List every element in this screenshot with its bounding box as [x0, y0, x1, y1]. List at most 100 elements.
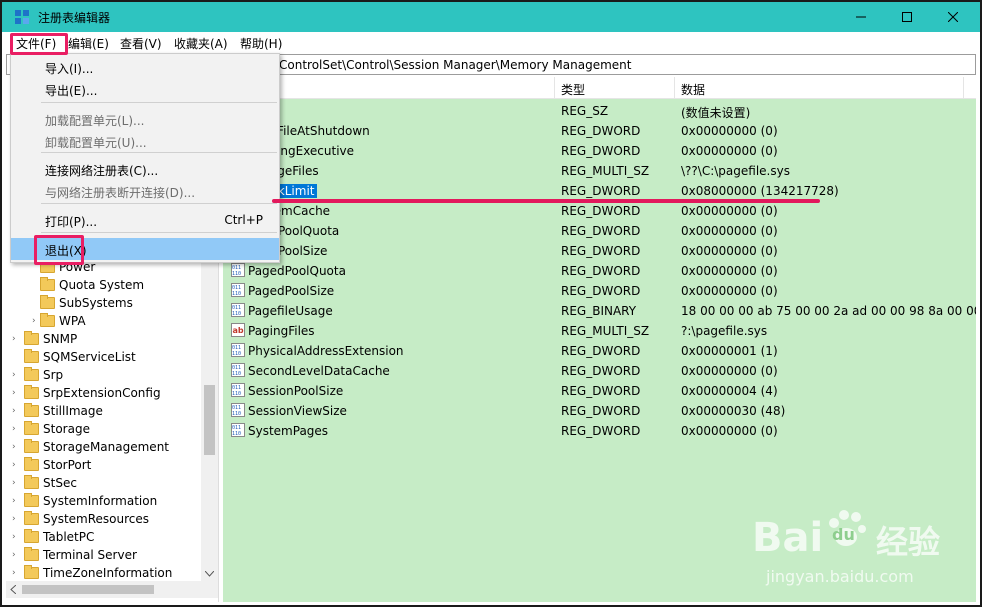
table-row[interactable]: 011 110 SecondLevelDataCache REG_DWORD 0x000… — [223, 361, 976, 381]
tree-item[interactable]: › StorPort — [12, 456, 92, 474]
table-row[interactable]: 011110ePagingExecutiveREG_DWORD0x0000000… — [223, 141, 976, 161]
expand-chevron-icon[interactable]: › — [12, 496, 20, 506]
tree-item[interactable]: › WPA — [32, 312, 86, 330]
svg-text:110: 110 — [232, 311, 241, 317]
expand-chevron-icon[interactable]: › — [12, 424, 20, 434]
header-separator[interactable] — [963, 77, 964, 99]
baidu-watermark: Bai du 经验 jingyan.baidu.com — [752, 497, 962, 592]
tree-item[interactable]: › TabletPC — [12, 528, 94, 546]
tree-item[interactable]: › SNMP — [12, 330, 77, 348]
menu-item-label: 与网络注册表断开连接(D)... — [45, 186, 196, 200]
value-data: (数值未设置) — [681, 106, 751, 120]
tree-item-label: SrpExtensionConfig — [43, 386, 161, 400]
expand-chevron-icon[interactable]: › — [12, 334, 20, 344]
table-row[interactable]: 011110SystemCacheREG_DWORD0x00000000 (0) — [223, 201, 976, 221]
tree-item-label: Srp — [43, 368, 64, 382]
folder-icon — [24, 565, 39, 579]
menu-item[interactable]: 与网络注册表断开连接(D)... — [11, 180, 279, 202]
maximize-button[interactable] — [884, 2, 930, 32]
tree-item[interactable]: › SystemInformation — [12, 492, 157, 510]
tree-item[interactable]: Quota System — [40, 276, 144, 294]
value-type: REG_DWORD — [561, 244, 641, 258]
table-row[interactable]: ab PagingFiles REG_MULTI_SZ ?:\pagefile.sys — [223, 321, 976, 341]
folder-icon — [24, 385, 39, 399]
binary-value-icon: 011110 — [231, 383, 245, 397]
header-separator[interactable] — [674, 77, 675, 99]
tree-item[interactable]: › Storage — [12, 420, 90, 438]
value-data: 0x00000000 (0) — [681, 364, 778, 378]
expand-chevron-icon[interactable]: › — [12, 568, 20, 578]
tree-item[interactable]: › StorageManagement — [12, 438, 169, 456]
folder-icon — [24, 349, 39, 363]
binary-value-icon: 011110 — [231, 303, 245, 317]
table-row[interactable]: 011110PageFileAtShutdownREG_DWORD0x00000… — [223, 121, 976, 141]
value-data: ?:\pagefile.sys — [681, 324, 768, 338]
close-button[interactable] — [930, 2, 976, 32]
table-row[interactable]: 011 110 PhysicalAddressExtension REG_DWORD 0… — [223, 341, 976, 361]
expand-chevron-icon[interactable]: › — [32, 316, 40, 326]
binary-value-icon: 011110 — [231, 403, 245, 417]
menu-item[interactable]: 导出(E)... — [11, 78, 279, 100]
value-name: PagingFiles — [248, 324, 315, 338]
expand-chevron-icon[interactable]: › — [12, 478, 20, 488]
menu-item[interactable]: 连接网络注册表(C)... — [11, 158, 279, 180]
menu-item[interactable]: 卸载配置单元(U)... — [11, 130, 279, 152]
string-value-icon: ab — [231, 323, 245, 337]
tree-item[interactable]: › StSec — [12, 474, 77, 492]
tree-item[interactable]: SubSystems — [40, 294, 133, 312]
table-row[interactable]: 011110eLockLimitREG_DWORD0x08000000 (134… — [223, 181, 976, 201]
table-row[interactable]: 011 110 PagedPoolQuota REG_DWORD 0x00000000 … — [223, 261, 976, 281]
expand-chevron-icon[interactable]: › — [12, 550, 20, 560]
table-row[interactable]: 011 110 PagedPoolSize REG_DWORD 0x00000000 (… — [223, 281, 976, 301]
table-row[interactable]: abREG_SZ(数值未设置) — [223, 101, 976, 121]
minimize-button[interactable] — [838, 2, 884, 32]
value-type: REG_DWORD — [561, 264, 641, 278]
folder-icon — [24, 493, 39, 507]
tree-item[interactable]: › SystemResources — [12, 510, 149, 528]
expand-chevron-icon[interactable]: › — [12, 460, 20, 470]
tree-item[interactable]: › Srp — [12, 366, 64, 384]
tree-hscroll-thumb[interactable] — [22, 585, 154, 594]
value-type: REG_SZ — [561, 104, 609, 118]
expand-chevron-icon[interactable]: › — [12, 514, 20, 524]
expand-chevron-icon[interactable]: › — [12, 406, 20, 416]
expand-chevron-icon[interactable]: › — [12, 532, 20, 542]
close-icon — [948, 12, 958, 22]
tree-item-label: StorPort — [43, 458, 92, 472]
tree-horizontal-scrollbar[interactable] — [6, 581, 218, 598]
table-row[interactable]: 011 110 SystemPages REG_DWORD 0x00000000 (0) — [223, 421, 976, 441]
tree-scroll-thumb[interactable] — [204, 385, 215, 455]
table-row[interactable]: 011110agedPoolSizeREG_DWORD0x00000000 (0… — [223, 241, 976, 261]
value-type: REG_DWORD — [561, 404, 641, 418]
tree-item[interactable]: › StillImage — [12, 402, 103, 420]
table-row[interactable]: 011110agedPoolQuotaREG_DWORD0x00000000 (… — [223, 221, 976, 241]
header-type[interactable]: 类型 — [561, 81, 585, 98]
menu-favorites[interactable]: 收藏夹(A) — [174, 35, 228, 52]
table-row[interactable]: abngPageFilesREG_MULTI_SZ\??\C:\pagefile… — [223, 161, 976, 181]
tree-item[interactable]: › Terminal Server — [12, 546, 137, 564]
menu-item-shortcut: Ctrl+P — [224, 213, 263, 227]
maximize-icon — [902, 12, 912, 22]
menu-view[interactable]: 查看(V) — [120, 35, 162, 52]
tree-item[interactable]: › SrpExtensionConfig — [12, 384, 161, 402]
table-row[interactable]: 011 110 SessionViewSize REG_DWORD 0x00000030… — [223, 401, 976, 421]
watermark-url: jingyan.baidu.com — [766, 567, 914, 586]
expand-chevron-icon[interactable]: › — [12, 370, 20, 380]
table-row[interactable]: 011 110 SessionPoolSize REG_DWORD 0x00000004… — [223, 381, 976, 401]
scroll-left-icon[interactable] — [10, 585, 16, 594]
expand-chevron-icon[interactable]: › — [12, 388, 20, 398]
menu-item[interactable]: 打印(P)... Ctrl+P — [11, 209, 279, 231]
header-separator[interactable] — [554, 77, 555, 99]
menu-help[interactable]: 帮助(H) — [240, 35, 282, 52]
menu-item[interactable]: 加载配置单元(L)... — [11, 108, 279, 130]
scroll-down-icon[interactable] — [205, 571, 214, 577]
menu-item[interactable]: 导入(I)... — [11, 56, 279, 78]
value-data: 0x00000001 (1) — [681, 344, 778, 358]
tree-item[interactable]: SQMServiceList — [24, 348, 136, 366]
tree-item[interactable]: › TimeZoneInformation — [12, 564, 172, 582]
file-menu-dropdown: 导入(I)... 导出(E)... 加载配置单元(L)... 卸载配置单元(U)...… — [10, 53, 280, 263]
menu-edit[interactable]: 编辑(E) — [68, 35, 109, 52]
header-data[interactable]: 数据 — [681, 81, 705, 98]
expand-chevron-icon[interactable]: › — [12, 442, 20, 452]
table-row[interactable]: 011 110 PagefileUsage REG_BINARY 18 00 00 00… — [223, 301, 976, 321]
